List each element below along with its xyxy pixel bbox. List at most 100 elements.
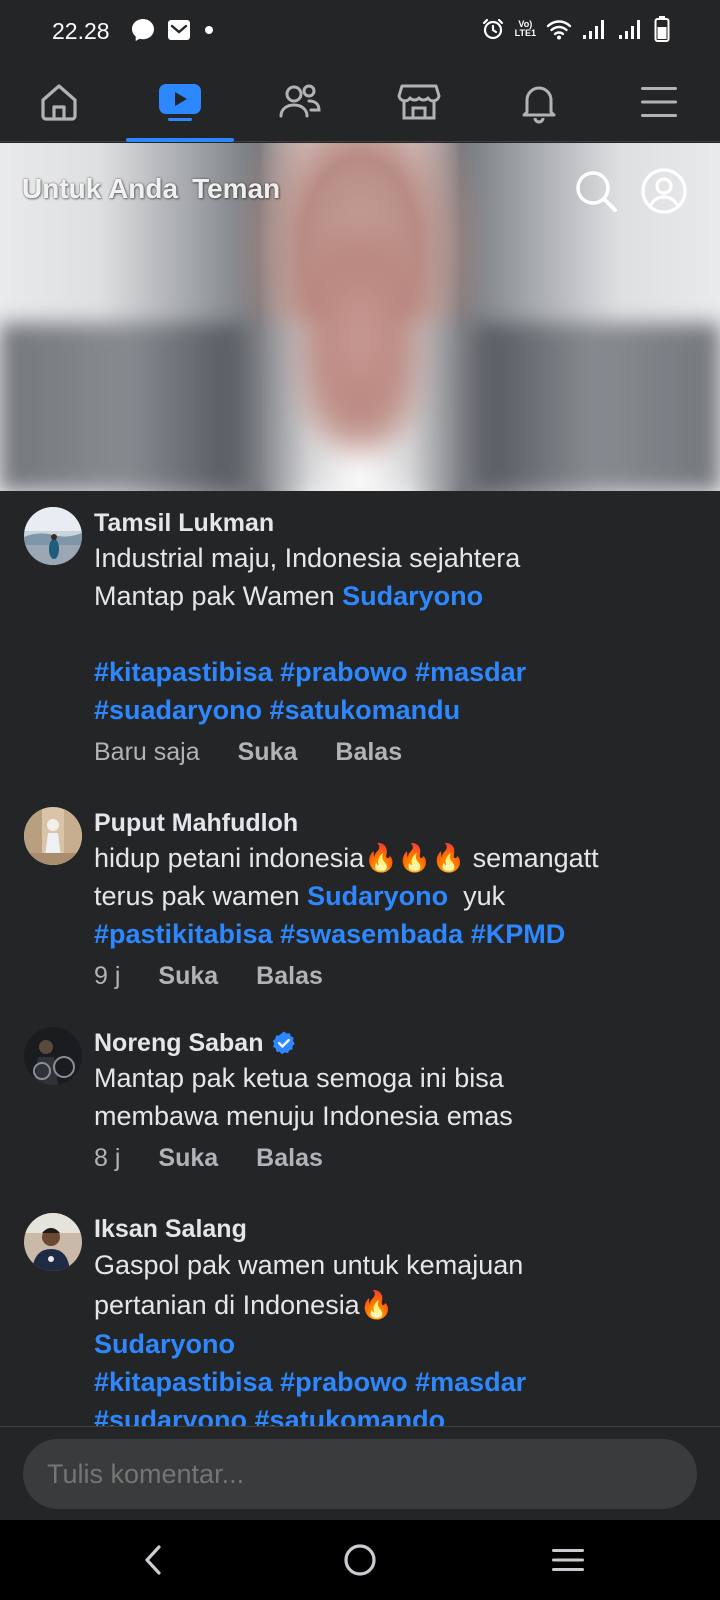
messenger-icon — [132, 19, 154, 41]
comment-text: yuk — [448, 881, 506, 911]
tab-untuk-anda[interactable]: Untuk Anda — [22, 173, 178, 205]
menu-icon — [641, 87, 677, 117]
home-icon — [41, 84, 77, 121]
comment-line: Gaspol pak wamen untuk kemajuan — [94, 1250, 524, 1280]
home-circle-icon — [344, 1544, 376, 1576]
comment-line: Mantap pak ketua semoga ini bisa — [94, 1063, 504, 1093]
verified-badge-icon — [273, 1031, 296, 1055]
hashtag-links[interactable]: #suadaryono #satukomandu — [94, 691, 690, 729]
author-name[interactable]: Noreng Saban — [94, 1027, 263, 1059]
comment-item: Tamsil Lukman Industrial maju, Indonesia… — [0, 491, 720, 791]
fire-emoji: 🔥 — [359, 1290, 394, 1320]
comment-line: terus pak wamen Sudaryono yuk — [94, 877, 690, 915]
top-navigation — [0, 62, 720, 142]
mail-icon — [168, 20, 190, 40]
comment-meta: 9 j Suka Balas — [94, 957, 690, 995]
alarm-icon — [482, 18, 503, 40]
reply-button[interactable]: Balas — [335, 733, 402, 771]
system-home-button[interactable] — [330, 1534, 390, 1586]
volte-icon: Vo) LTE1 — [515, 20, 536, 38]
nav-menu[interactable] — [604, 62, 714, 142]
nav-video[interactable] — [125, 62, 235, 142]
video-frame-subject — [300, 223, 420, 453]
like-button[interactable]: Suka — [158, 957, 218, 995]
comment-time: Baru saja — [94, 738, 200, 766]
comment-line: hidup petani indonesia🔥🔥🔥 semangatt — [94, 839, 690, 877]
status-bar: 22.28 Vo) LTE1 — [0, 0, 720, 62]
comment-item: Puput Mahfudloh hidup petani indonesia🔥🔥… — [0, 791, 720, 1011]
comment-text: Mantap pak Wamen — [94, 581, 343, 611]
comment-text: hidup petani indonesia — [94, 843, 365, 873]
system-recents-button[interactable] — [538, 1534, 598, 1586]
back-icon — [145, 1545, 161, 1575]
profile-icon[interactable] — [640, 167, 688, 215]
search-icon[interactable] — [572, 167, 620, 215]
comment-text: semangatt — [465, 843, 599, 873]
video-icon — [159, 84, 201, 121]
hashtag-links[interactable]: #sudaryono #satukomando — [94, 1401, 690, 1426]
mention-link[interactable]: Sudaryono — [94, 1325, 690, 1363]
comment-body: Gaspol pak wamen untuk kemajuan pertania… — [94, 1245, 690, 1426]
comment-body: Industrial maju, Indonesia sejahtera Man… — [94, 539, 690, 729]
comment-meta: 8 j Suka Balas — [94, 1139, 690, 1177]
comment-composer — [0, 1426, 720, 1520]
like-button[interactable]: Suka — [238, 733, 298, 771]
nav-home[interactable] — [4, 62, 114, 142]
author-name[interactable]: Iksan Salang — [94, 1213, 247, 1245]
avatar[interactable] — [24, 507, 82, 565]
comment-input[interactable] — [23, 1439, 697, 1509]
author-name[interactable]: Puput Mahfudloh — [94, 807, 298, 839]
status-time: 22.28 — [52, 18, 110, 44]
comment-author[interactable]: Tamsil Lukman — [94, 491, 690, 539]
like-button[interactable]: Suka — [158, 1139, 218, 1177]
comments-list[interactable]: Tamsil Lukman Industrial maju, Indonesia… — [0, 491, 720, 1426]
comment-text: terus pak wamen — [94, 881, 308, 911]
mention-link[interactable]: Sudaryono — [342, 581, 483, 611]
marketplace-icon — [397, 84, 441, 120]
hashtag-links[interactable]: #pastikitabisa #swasembada #KPMD — [94, 915, 690, 953]
battery-icon — [654, 16, 670, 42]
mention-link[interactable]: Sudaryono — [307, 881, 448, 911]
system-back-button[interactable] — [124, 1534, 184, 1586]
comment-item: Noreng Saban Mantap pak ketua semoga ini… — [0, 1011, 720, 1197]
hashtag-links[interactable]: #kitapastibisa #prabowo #masdar — [94, 653, 690, 691]
comment-body: hidup petani indonesia🔥🔥🔥 semangatt teru… — [94, 839, 690, 953]
signal-icon — [619, 20, 640, 39]
reply-button[interactable]: Balas — [256, 957, 323, 995]
fire-emoji: 🔥🔥🔥 — [364, 843, 466, 873]
nav-marketplace[interactable] — [364, 62, 474, 142]
signal-icon — [583, 20, 604, 39]
active-tab-indicator — [126, 138, 234, 142]
comment-time: 9 j — [94, 962, 121, 990]
video-player[interactable]: Untuk Anda Teman — [0, 143, 720, 491]
comment-line: Mantap pak Wamen Sudaryono — [94, 577, 690, 615]
recents-icon — [552, 1549, 584, 1571]
comment-line: Industrial maju, Indonesia sejahtera — [94, 543, 521, 573]
video-tabs: Untuk Anda Teman — [22, 173, 280, 205]
avatar[interactable] — [24, 807, 82, 865]
avatar[interactable] — [24, 1027, 82, 1085]
comment-time: 8 j — [94, 1144, 121, 1172]
nav-friends[interactable] — [245, 62, 355, 142]
comment-author[interactable]: Iksan Salang — [94, 1197, 690, 1245]
friends-icon — [279, 84, 321, 118]
comment-body: Mantap pak ketua semoga ini bisa membawa… — [94, 1059, 690, 1135]
reply-button[interactable]: Balas — [256, 1139, 323, 1177]
bell-icon — [522, 86, 556, 124]
comment-line: pertanian di Indonesia🔥 — [94, 1285, 690, 1325]
system-navigation-bar — [0, 1520, 720, 1600]
avatar[interactable] — [24, 1213, 82, 1271]
nav-notifications[interactable] — [484, 62, 594, 142]
comment-author[interactable]: Noreng Saban — [94, 1011, 690, 1059]
tab-teman[interactable]: Teman — [192, 173, 280, 205]
author-name[interactable]: Tamsil Lukman — [94, 507, 274, 539]
lte-label: LTE1 — [514, 28, 536, 38]
hashtag-links[interactable]: #kitapastibisa #prabowo #masdar — [94, 1363, 690, 1401]
comment-author[interactable]: Puput Mahfudloh — [94, 791, 690, 839]
comment-item: Iksan Salang Gaspol pak wamen untuk kema… — [0, 1197, 720, 1426]
comment-text: pertanian di Indonesia — [94, 1290, 360, 1320]
dot-icon — [205, 26, 213, 34]
status-left-icons — [130, 17, 216, 43]
comment-line: membawa menuju Indonesia emas — [94, 1101, 513, 1131]
